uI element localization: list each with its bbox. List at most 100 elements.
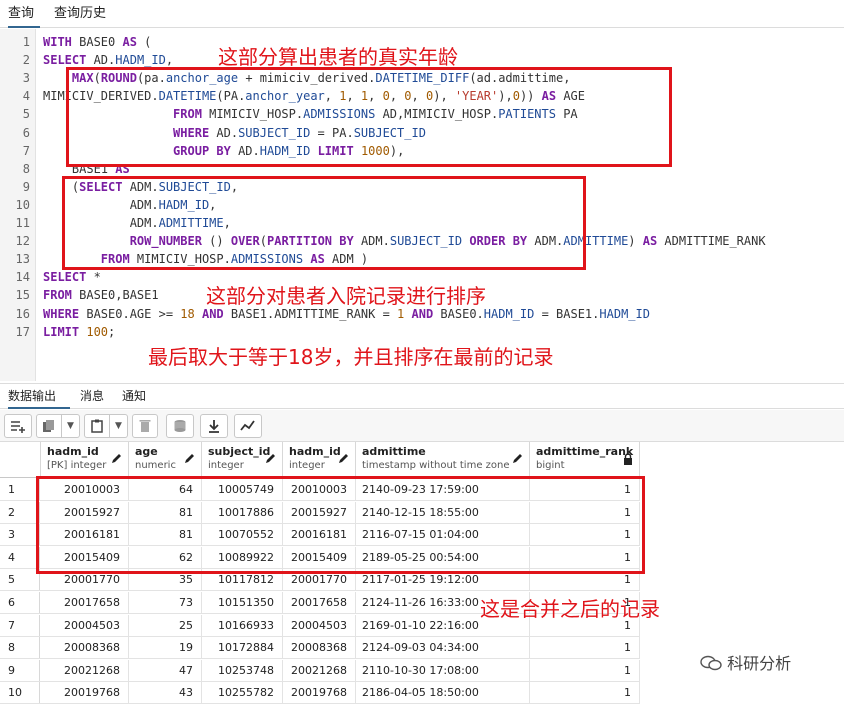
column-header-admittime[interactable]: admittime timestamp without time zone	[356, 442, 530, 478]
row-number-header	[0, 442, 41, 478]
pencil-icon	[111, 453, 122, 467]
download-icon[interactable]	[200, 414, 228, 438]
table-cell[interactable]: 1	[530, 637, 640, 660]
copy-options-chevron-icon[interactable]: ▼	[62, 414, 80, 438]
line-number: 11	[15, 216, 30, 230]
line-number: 17	[15, 324, 30, 339]
column-type: [PK] integer	[47, 460, 107, 471]
table-cell[interactable]: 47	[129, 659, 202, 682]
annotation-rank: 这部分对患者入院记录进行排序	[206, 284, 486, 308]
line-number: 12	[15, 234, 30, 249]
annotation-age: 这部分算出患者的真实年龄	[218, 45, 458, 69]
table-cell[interactable]: 10255782	[202, 682, 283, 705]
line-number: 5	[22, 107, 30, 122]
table-cell[interactable]: 20019768	[283, 682, 356, 705]
line-number: 16	[15, 306, 30, 321]
annotation-merged: 这是合并之后的记录	[480, 597, 660, 621]
table-cell[interactable]: 20021268	[41, 659, 129, 682]
column-name: admittime_rank	[536, 445, 634, 458]
column-type: integer	[289, 460, 325, 471]
column-header-subject_id[interactable]: subject_idinteger	[202, 442, 283, 478]
column-header-admittime_rank[interactable]: admittime_rankbigint	[530, 442, 640, 478]
output-tab-bar: 数据输出 消息 通知	[0, 383, 844, 409]
table-row[interactable]: 20021268 47 10253748 20021268 2110-10-30 17:…	[0, 659, 640, 682]
code-line: FROM BASE0,BASE1	[43, 288, 159, 303]
paste-options-chevron-icon[interactable]: ▼	[110, 414, 128, 438]
table-cell[interactable]: 20019768	[41, 682, 129, 705]
query-tab-bar: 查询 查询历史	[0, 0, 844, 28]
table-cell[interactable]: 1	[530, 682, 640, 705]
line-number: 10	[15, 197, 30, 212]
table-cell[interactable]: 20021268	[283, 659, 356, 682]
line-number: 1	[22, 35, 30, 49]
copy-icon[interactable]	[36, 414, 62, 438]
column-name: hadm_id	[289, 445, 341, 458]
pencil-icon	[265, 453, 276, 467]
code-line: WITH BASE0 AS (	[43, 35, 152, 49]
column-type: integer	[208, 460, 244, 471]
table-row[interactable]: 20008368 19 10172884 20008368 2124-09-03 04:…	[0, 637, 640, 660]
line-number: 3	[22, 71, 30, 86]
table-cell[interactable]: 20008368	[283, 637, 356, 660]
column-header-hadm_id[interactable]: hadm_idinteger	[283, 442, 356, 478]
add-row-icon[interactable]	[4, 414, 32, 438]
paste-icon[interactable]	[84, 414, 110, 438]
code-line: LIMIT 100;	[43, 324, 116, 339]
sql-editor[interactable]: 1 2 3 4 5 6 7 8 9 10 11 12 13 14 15 16 17 WITH BASE0 AS …	[0, 29, 844, 381]
tab-notifications[interactable]: 通知	[122, 384, 152, 409]
table-cell[interactable]: 20008368	[41, 637, 129, 660]
column-type: numeric	[135, 460, 176, 471]
column-name: hadm_id	[47, 445, 99, 458]
table-cell[interactable]: 10253748	[202, 659, 283, 682]
tab-query-history[interactable]: 查询历史	[54, 0, 110, 28]
lock-icon	[623, 453, 633, 468]
table-cell[interactable]: 25	[129, 614, 202, 637]
column-name: admittime	[362, 445, 426, 458]
wechat-logo-icon	[700, 655, 722, 671]
table-cell[interactable]: 20004503	[283, 614, 356, 637]
line-number: 7	[22, 143, 30, 158]
table-cell[interactable]: 43	[129, 682, 202, 705]
column-header-hadm_id[interactable]: hadm_id [PK] integer	[41, 442, 129, 478]
line-number: 6	[22, 125, 30, 140]
table-cell[interactable]: 19	[129, 637, 202, 660]
column-header-age[interactable]: age numeric	[129, 442, 202, 478]
save-data-icon[interactable]	[166, 414, 194, 438]
watermark: 科研分析	[700, 650, 791, 674]
graph-icon[interactable]	[234, 414, 262, 438]
table-cell[interactable]: 73	[129, 592, 202, 614]
table-cell[interactable]: 1	[530, 659, 640, 682]
code-line: SELECT *	[43, 270, 101, 285]
table-cell[interactable]: 10172884	[202, 637, 283, 660]
pencil-icon	[338, 453, 349, 467]
data-toolbar: ▼ ▼	[0, 410, 844, 442]
column-type: bigint	[536, 460, 565, 471]
table-cell[interactable]: 20004503	[41, 614, 129, 637]
table-cell[interactable]: 10151350	[202, 592, 283, 614]
tab-messages[interactable]: 消息	[80, 384, 108, 409]
line-number: 4	[22, 89, 30, 104]
age-highlight-box	[66, 67, 672, 167]
first-rows-highlight-box	[36, 476, 645, 574]
table-cell[interactable]: 20017658	[41, 592, 129, 614]
rank-highlight-box	[62, 176, 586, 270]
pencil-icon	[184, 453, 195, 467]
tab-query[interactable]: 查询	[8, 0, 40, 28]
line-number: 2	[22, 53, 30, 68]
line-number: 9	[22, 179, 30, 194]
line-number: 8	[22, 161, 30, 176]
tab-data-output[interactable]: 数据输出	[8, 384, 70, 409]
column-name: subject_id	[208, 445, 271, 458]
column-type: timestamp without time zone	[362, 460, 510, 471]
table-cell[interactable]: 2124-09-03 04:34:00	[356, 637, 530, 660]
table-cell[interactable]: 20017658	[283, 592, 356, 614]
line-number: 13	[15, 252, 30, 267]
delete-icon[interactable]	[132, 414, 158, 438]
table-row[interactable]: 20019768 43 10255782 20019768 2186-04-05 18:…	[0, 682, 640, 705]
table-cell[interactable]: 10166933	[202, 614, 283, 637]
line-number: 15	[15, 288, 30, 303]
table-cell[interactable]: 2110-10-30 17:08:00	[356, 659, 530, 682]
pencil-icon	[512, 453, 523, 467]
table-cell[interactable]: 2186-04-05 18:50:00	[356, 682, 530, 705]
watermark-text: 科研分析	[727, 654, 792, 673]
